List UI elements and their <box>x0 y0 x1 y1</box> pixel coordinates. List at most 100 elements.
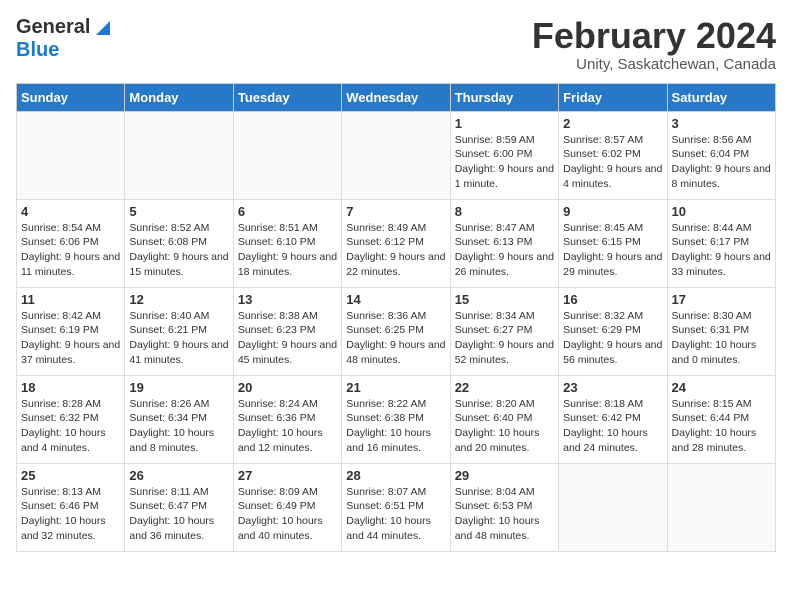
logo-general: General <box>16 16 90 39</box>
day-number: 29 <box>455 468 554 483</box>
logo-icon <box>92 17 114 39</box>
header: General Blue February 2024 Unity, Saskat… <box>16 16 776 73</box>
title-area: February 2024 Unity, Saskatchewan, Canad… <box>532 16 776 73</box>
calendar-cell: 3 Sunrise: 8:56 AM Sunset: 6:04 PM Daylig… <box>667 111 775 199</box>
calendar-cell: 15Sunrise: 8:34 AM Sunset: 6:27 PM Dayli… <box>450 287 558 375</box>
location-subtitle: Unity, Saskatchewan, Canada <box>532 56 776 73</box>
day-info: Sunrise: 8:18 AM Sunset: 6:42 PM Dayligh… <box>563 397 662 456</box>
calendar-cell: 19 Sunrise: 8:26 AM Sunset: 6:34 PM Dayli… <box>125 375 233 463</box>
calendar-table: SundayMondayTuesdayWednesdayThursdayFrid… <box>16 83 776 552</box>
calendar-cell <box>559 463 667 551</box>
day-info: Sunrise: 8:28 AM Sunset: 6:32 PM Dayligh… <box>21 397 120 456</box>
day-number: 6 <box>238 204 337 219</box>
calendar-body: 1 Sunrise: 8:59 AM Sunset: 6:00 PM Daylig… <box>17 111 776 551</box>
day-info: Sunrise: 8:32 AM Sunset: 6:29 PM Dayligh… <box>563 309 662 368</box>
calendar-cell: 5Sunrise: 8:52 AM Sunset: 6:08 PM Daylig… <box>125 199 233 287</box>
day-number: 13 <box>238 292 337 307</box>
day-number: 20 <box>238 380 337 395</box>
calendar-week-5: 25 Sunrise: 8:13 AM Sunset: 6:46 PM Dayli… <box>17 463 776 551</box>
calendar-cell: 8Sunrise: 8:47 AM Sunset: 6:13 PM Daylig… <box>450 199 558 287</box>
day-number: 25 <box>21 468 120 483</box>
day-info: Sunrise: 8:38 AM Sunset: 6:23 PM Dayligh… <box>238 309 337 368</box>
day-info: Sunrise: 8:59 AM Sunset: 6:00 PM Dayligh… <box>455 133 554 192</box>
day-number: 2 <box>563 116 662 131</box>
day-number: 21 <box>346 380 445 395</box>
calendar-header-friday: Friday <box>559 83 667 111</box>
logo: General Blue <box>16 16 114 62</box>
calendar-cell: 24 Sunrise: 8:15 AM Sunset: 6:44 PM Dayli… <box>667 375 775 463</box>
day-number: 26 <box>129 468 228 483</box>
day-info: Sunrise: 8:47 AM Sunset: 6:13 PM Dayligh… <box>455 221 554 280</box>
day-info: Sunrise: 8:54 AM Sunset: 6:06 PM Dayligh… <box>21 221 120 280</box>
day-info: Sunrise: 8:56 AM Sunset: 6:04 PM Dayligh… <box>672 133 771 192</box>
day-number: 17 <box>672 292 771 307</box>
calendar-cell: 1 Sunrise: 8:59 AM Sunset: 6:00 PM Daylig… <box>450 111 558 199</box>
day-number: 18 <box>21 380 120 395</box>
calendar-cell: 29 Sunrise: 8:04 AM Sunset: 6:53 PM Dayli… <box>450 463 558 551</box>
calendar-cell: 23Sunrise: 8:18 AM Sunset: 6:42 PM Dayli… <box>559 375 667 463</box>
calendar-header-sunday: Sunday <box>17 83 125 111</box>
calendar-week-3: 11 Sunrise: 8:42 AM Sunset: 6:19 PM Dayli… <box>17 287 776 375</box>
day-info: Sunrise: 8:15 AM Sunset: 6:44 PM Dayligh… <box>672 397 771 456</box>
calendar-cell: 17 Sunrise: 8:30 AM Sunset: 6:31 PM Dayli… <box>667 287 775 375</box>
calendar-cell: 7 Sunrise: 8:49 AM Sunset: 6:12 PM Daylig… <box>342 199 450 287</box>
day-info: Sunrise: 8:42 AM Sunset: 6:19 PM Dayligh… <box>21 309 120 368</box>
day-number: 3 <box>672 116 771 131</box>
calendar-cell: 21Sunrise: 8:22 AM Sunset: 6:38 PM Dayli… <box>342 375 450 463</box>
day-info: Sunrise: 8:40 AM Sunset: 6:21 PM Dayligh… <box>129 309 228 368</box>
day-info: Sunrise: 8:30 AM Sunset: 6:31 PM Dayligh… <box>672 309 771 368</box>
calendar-cell: 13 Sunrise: 8:38 AM Sunset: 6:23 PM Dayli… <box>233 287 341 375</box>
calendar-header-tuesday: Tuesday <box>233 83 341 111</box>
day-number: 1 <box>455 116 554 131</box>
calendar-week-4: 18 Sunrise: 8:28 AM Sunset: 6:32 PM Dayli… <box>17 375 776 463</box>
day-info: Sunrise: 8:04 AM Sunset: 6:53 PM Dayligh… <box>455 485 554 544</box>
calendar-cell: 12 Sunrise: 8:40 AM Sunset: 6:21 PM Dayli… <box>125 287 233 375</box>
calendar-cell: 18 Sunrise: 8:28 AM Sunset: 6:32 PM Dayli… <box>17 375 125 463</box>
day-number: 11 <box>21 292 120 307</box>
calendar-cell: 27 Sunrise: 8:09 AM Sunset: 6:49 PM Dayli… <box>233 463 341 551</box>
calendar-cell: 25 Sunrise: 8:13 AM Sunset: 6:46 PM Dayli… <box>17 463 125 551</box>
day-number: 9 <box>563 204 662 219</box>
day-info: Sunrise: 8:52 AM Sunset: 6:08 PM Dayligh… <box>129 221 228 280</box>
day-info: Sunrise: 8:24 AM Sunset: 6:36 PM Dayligh… <box>238 397 337 456</box>
calendar-cell: 11 Sunrise: 8:42 AM Sunset: 6:19 PM Dayli… <box>17 287 125 375</box>
day-info: Sunrise: 8:44 AM Sunset: 6:17 PM Dayligh… <box>672 221 771 280</box>
calendar-week-2: 4 Sunrise: 8:54 AM Sunset: 6:06 PM Daylig… <box>17 199 776 287</box>
day-number: 7 <box>346 204 445 219</box>
calendar-cell: 20 Sunrise: 8:24 AM Sunset: 6:36 PM Dayli… <box>233 375 341 463</box>
calendar-cell <box>17 111 125 199</box>
calendar-header-monday: Monday <box>125 83 233 111</box>
logo-blue: Blue <box>16 39 59 61</box>
day-info: Sunrise: 8:45 AM Sunset: 6:15 PM Dayligh… <box>563 221 662 280</box>
day-number: 4 <box>21 204 120 219</box>
calendar-cell: 4 Sunrise: 8:54 AM Sunset: 6:06 PM Daylig… <box>17 199 125 287</box>
day-info: Sunrise: 8:49 AM Sunset: 6:12 PM Dayligh… <box>346 221 445 280</box>
day-info: Sunrise: 8:51 AM Sunset: 6:10 PM Dayligh… <box>238 221 337 280</box>
calendar-cell: 16 Sunrise: 8:32 AM Sunset: 6:29 PM Dayli… <box>559 287 667 375</box>
day-number: 27 <box>238 468 337 483</box>
calendar-cell: 22Sunrise: 8:20 AM Sunset: 6:40 PM Dayli… <box>450 375 558 463</box>
calendar-cell: 28Sunrise: 8:07 AM Sunset: 6:51 PM Dayli… <box>342 463 450 551</box>
day-info: Sunrise: 8:26 AM Sunset: 6:34 PM Dayligh… <box>129 397 228 456</box>
calendar-header-row: SundayMondayTuesdayWednesdayThursdayFrid… <box>17 83 776 111</box>
day-number: 12 <box>129 292 228 307</box>
calendar-cell <box>233 111 341 199</box>
calendar-week-1: 1 Sunrise: 8:59 AM Sunset: 6:00 PM Daylig… <box>17 111 776 199</box>
day-number: 19 <box>129 380 228 395</box>
day-number: 16 <box>563 292 662 307</box>
calendar-cell: 26Sunrise: 8:11 AM Sunset: 6:47 PM Dayli… <box>125 463 233 551</box>
month-year-title: February 2024 <box>532 16 776 56</box>
day-number: 10 <box>672 204 771 219</box>
calendar-cell <box>125 111 233 199</box>
day-info: Sunrise: 8:09 AM Sunset: 6:49 PM Dayligh… <box>238 485 337 544</box>
day-info: Sunrise: 8:13 AM Sunset: 6:46 PM Dayligh… <box>21 485 120 544</box>
day-number: 24 <box>672 380 771 395</box>
day-info: Sunrise: 8:34 AM Sunset: 6:27 PM Dayligh… <box>455 309 554 368</box>
calendar-cell: 10 Sunrise: 8:44 AM Sunset: 6:17 PM Dayli… <box>667 199 775 287</box>
day-number: 22 <box>455 380 554 395</box>
calendar-cell: 2 Sunrise: 8:57 AM Sunset: 6:02 PM Daylig… <box>559 111 667 199</box>
day-number: 28 <box>346 468 445 483</box>
calendar-header-saturday: Saturday <box>667 83 775 111</box>
day-info: Sunrise: 8:57 AM Sunset: 6:02 PM Dayligh… <box>563 133 662 192</box>
calendar-cell: 9 Sunrise: 8:45 AM Sunset: 6:15 PM Daylig… <box>559 199 667 287</box>
